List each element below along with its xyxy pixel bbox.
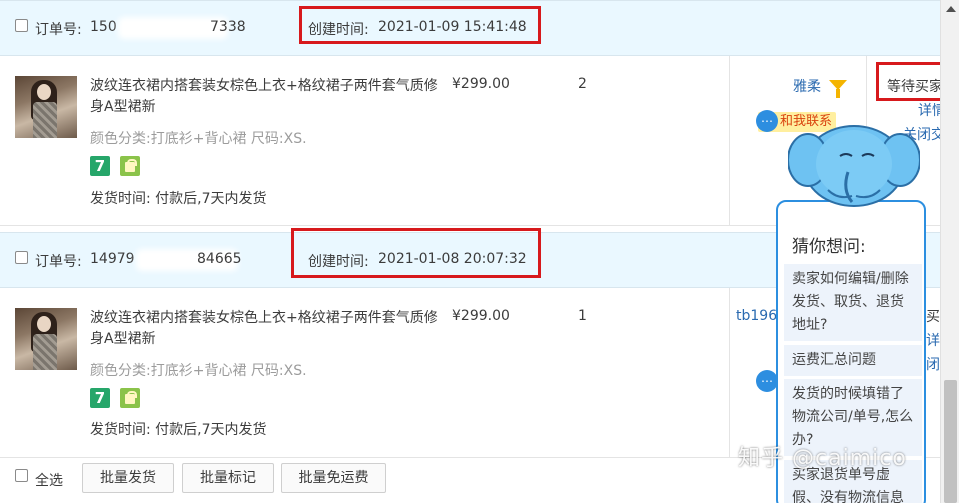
batch-mark-button[interactable]: 批量标记 (182, 463, 274, 493)
order-1-quantity: 2 (578, 76, 587, 92)
chat-icon: ⋯ (756, 110, 778, 132)
order-1-number-end: 7338 (210, 19, 246, 35)
order-2-ship-value: 付款后,7天内发货 (155, 422, 267, 438)
assistant-question[interactable]: 卖家如何编辑/删除发货、取货、退货地址? (784, 264, 922, 341)
shopping-bag-icon (120, 156, 140, 176)
filter-icon[interactable] (829, 80, 847, 98)
order-2-ship-time: 发货时间: 付款后,7天内发货 (90, 419, 267, 439)
product-thumbnail[interactable] (15, 76, 77, 138)
order-2-number-end: 84665 (197, 251, 242, 267)
order-2-price: ¥299.00 (452, 308, 510, 324)
vertical-scrollbar[interactable] (940, 0, 959, 503)
assistant-title: 猜你想问: (792, 237, 866, 257)
order-2-number-start: 14979 (90, 251, 135, 267)
seven-day-return-icon: 7 (90, 156, 110, 176)
select-all-label[interactable]: 全选 (35, 470, 63, 490)
order-1-ship-label: 发货时间: (90, 191, 151, 207)
order-1-ship-value: 付款后,7天内发货 (155, 191, 267, 207)
scroll-up-arrow-icon[interactable] (946, 6, 956, 12)
column-divider (729, 56, 730, 225)
product-thumbnail[interactable] (15, 308, 77, 370)
watermark: 知乎 @caimico (738, 446, 907, 471)
order-2-checkbox[interactable] (15, 251, 28, 264)
order-2-quantity: 1 (578, 308, 587, 324)
order-1-product-title[interactable]: 波纹连衣裙内搭套装女棕色上衣+格纹裙子两件套气质修身A型裙新 (90, 76, 445, 118)
order-2-ship-label: 发货时间: (90, 422, 151, 438)
seven-day-return-icon: 7 (90, 388, 110, 408)
shopping-bag-icon (120, 388, 140, 408)
highlight-box-status (876, 62, 950, 101)
order-1-checkbox[interactable] (15, 19, 28, 32)
order-2-product-spec: 颜色分类:打底衫+背心裙 尺码:XS. (90, 363, 307, 379)
order-1-number-label: 订单号: (35, 22, 82, 38)
order-1-product-spec: 颜色分类:打底衫+背心裙 尺码:XS. (90, 131, 307, 147)
chat-icon[interactable]: ⋯ (756, 370, 778, 392)
column-divider (729, 288, 730, 457)
scrollbar-thumb[interactable] (944, 380, 957, 503)
order-1-price: ¥299.00 (452, 76, 510, 92)
batch-free-shipping-button[interactable]: 批量免运费 (281, 463, 386, 493)
order-2-close-link[interactable]: 闭 (926, 354, 940, 374)
select-all-checkbox[interactable] (15, 469, 28, 482)
batch-ship-button[interactable]: 批量发货 (82, 463, 174, 493)
order-2-detail-link[interactable]: 详 (926, 330, 940, 350)
elephant-mascot-icon[interactable] (788, 120, 920, 210)
order-2-number-label: 订单号: (35, 254, 82, 270)
order-2-status: 买 (926, 309, 940, 325)
order-2-product-title[interactable]: 波纹连衣裙内搭套装女棕色上衣+格纹裙子两件套气质修身A型裙新 (90, 308, 445, 350)
highlight-box-created-time-1 (299, 6, 541, 44)
order-1-buyer-name[interactable]: 雅柔 (793, 76, 821, 96)
order-1-number-start: 150 (90, 19, 117, 35)
order-1-ship-time: 发货时间: 付款后,7天内发货 (90, 188, 267, 208)
assistant-question[interactable]: 运费汇总问题 (784, 345, 922, 376)
highlight-box-created-time-2 (291, 228, 541, 278)
order-2-buyer-name[interactable]: tb196 (736, 308, 777, 324)
